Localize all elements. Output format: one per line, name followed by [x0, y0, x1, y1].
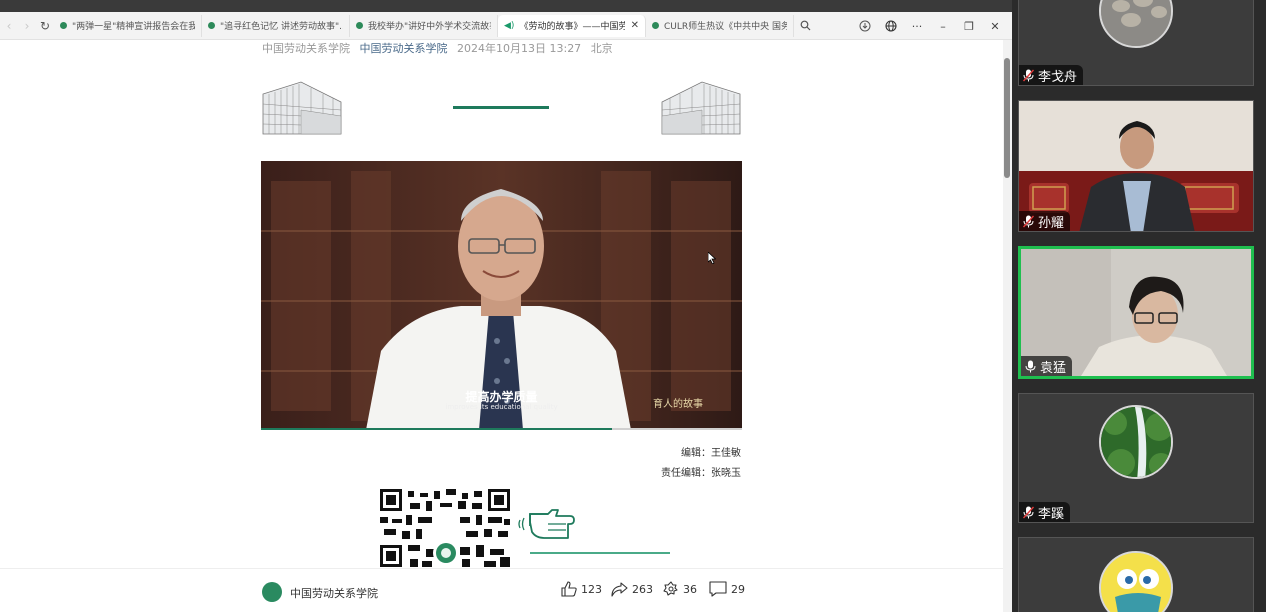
video-progress-bar[interactable] [261, 428, 742, 430]
mic-muted-icon [1023, 69, 1034, 81]
article-footer-bar: 中国劳动关系学院 123 263 36 29 [0, 568, 1003, 612]
participant-avatar [1099, 0, 1173, 48]
mic-muted-icon [1023, 215, 1034, 227]
participant-name-tag: 李戈舟 [1019, 65, 1084, 85]
participant-name: 孙耀 [1038, 215, 1065, 231]
share-icon [611, 582, 628, 597]
close-window-button[interactable]: ✕ [984, 15, 1006, 37]
like-button[interactable]: 123 [561, 581, 602, 597]
meta-source-link[interactable]: 中国劳动关系学院 [360, 42, 448, 55]
participant-name-tag: 李蹊 [1019, 502, 1071, 522]
globe-icon[interactable] [880, 15, 902, 37]
meta-org: 中国劳动关系学院 [262, 42, 350, 55]
comment-count: 29 [731, 582, 745, 596]
minimize-button[interactable]: – [932, 15, 954, 37]
article-page: 中国劳动关系学院 中国劳动关系学院 2024年10月13日 13:27 北京 提… [0, 40, 1003, 612]
recommend-button[interactable]: 36 [663, 581, 697, 597]
site-favicon-icon [652, 22, 659, 29]
account-logo-icon[interactable] [262, 582, 282, 602]
chief-editor-credit: 责任编辑：张晓玉 [661, 468, 741, 479]
comment-button[interactable]: 29 [709, 581, 745, 597]
like-count: 123 [581, 582, 602, 596]
tab-title: CULR师生热议《中共中央 国务 [664, 22, 787, 32]
editor-credit: 编辑：王佳敏 [681, 448, 741, 459]
pointing-hand-icon [518, 509, 575, 539]
tab-title: 我校举办"讲好中外学术交流故事 [368, 22, 491, 32]
meta-location: 北京 [590, 42, 613, 55]
tab-title: "两弹一星"精神宣讲报告会在我 [72, 22, 195, 32]
participant-name: 李戈舟 [1038, 69, 1078, 85]
tab-5[interactable]: CULR师生热议《中共中央 国务 [646, 14, 794, 37]
mic-muted-icon [1023, 506, 1034, 518]
decorative-line [530, 552, 670, 554]
article-credits: 编辑：王佳敏 责任编辑：张晓玉 [661, 444, 741, 484]
back-button[interactable]: ‹ [0, 17, 18, 35]
tab-1[interactable]: "两弹一星"精神宣讲报告会在我 [54, 14, 202, 37]
restore-button[interactable]: ❐ [958, 15, 980, 37]
tab-title: "追寻红色记忆 讲述劳动故事"... [220, 22, 343, 32]
tab-2[interactable]: "追寻红色记忆 讲述劳动故事"... [202, 14, 350, 37]
forward-button[interactable]: › [18, 17, 36, 35]
tab-search-icon[interactable] [794, 15, 816, 37]
mouse-cursor-icon [708, 252, 716, 264]
tab-active[interactable]: ◀) 《劳动的故事》——中国劳 ✕ [498, 14, 646, 37]
reload-button[interactable]: ↻ [36, 17, 54, 35]
video-progress-fill [261, 428, 613, 430]
meta-date: 2024年10月13日 13:27 [457, 42, 582, 55]
close-tab-icon[interactable]: ✕ [631, 20, 639, 31]
building-illustration-right [661, 81, 741, 135]
participant-name: 袁猛 [1040, 360, 1067, 376]
tab-3[interactable]: 我校举办"讲好中外学术交流故事 [350, 14, 498, 37]
download-icon[interactable] [854, 15, 876, 37]
window-top-strip [0, 0, 1012, 12]
participant-tile[interactable] [1018, 537, 1254, 612]
recommend-count: 36 [683, 582, 697, 596]
participant-name-tag: 袁猛 [1021, 356, 1073, 376]
participant-avatar [1099, 405, 1173, 479]
recommend-icon [663, 581, 678, 596]
participant-tile[interactable]: 李蹊 [1018, 393, 1254, 523]
participant-tile[interactable]: 孙耀 [1018, 100, 1254, 232]
participant-name-tag: 孙耀 [1019, 211, 1071, 231]
thumbs-up-icon [561, 581, 577, 597]
video-watermark: 育人的故事 [653, 399, 703, 410]
participant-name: 李蹊 [1038, 506, 1065, 522]
building-illustration-left [262, 81, 342, 135]
site-favicon-icon [356, 22, 363, 29]
browser-window: ‹ › ↻ "两弹一星"精神宣讲报告会在我 "追寻红色记忆 讲述劳动故事"...… [0, 0, 1012, 612]
scrollbar-thumb[interactable] [1004, 58, 1010, 178]
qr-code [380, 489, 510, 567]
participant-tile-active-speaker[interactable]: 袁猛 [1018, 246, 1254, 379]
mic-active-icon [1025, 360, 1036, 372]
article-meta: 中国劳动关系学院 中国劳动关系学院 2024年10月13日 13:27 北京 [262, 40, 613, 56]
participant-tile[interactable]: 李戈舟 [1018, 0, 1254, 86]
page-scrollbar[interactable] [1003, 40, 1012, 612]
account-name[interactable]: 中国劳动关系学院 [290, 585, 378, 601]
screen: ‹ › ↻ "两弹一星"精神宣讲报告会在我 "追寻红色记忆 讲述劳动故事"...… [0, 0, 1266, 612]
share-button[interactable]: 263 [611, 581, 653, 597]
site-favicon-icon [60, 22, 67, 29]
section-divider [453, 106, 549, 109]
speaker-icon: ◀) [504, 20, 515, 31]
more-menu-button[interactable]: ··· [906, 15, 928, 37]
tab-title: 《劳动的故事》——中国劳 [519, 22, 625, 32]
site-favicon-icon [208, 22, 215, 29]
window-controls: ··· – ❐ ✕ [854, 12, 1012, 40]
participant-panel: 李戈舟 孙耀 袁猛 李蹊 [1012, 0, 1266, 612]
participant-avatar [1099, 551, 1173, 612]
share-count: 263 [632, 582, 653, 596]
tab-bar: ‹ › ↻ "两弹一星"精神宣讲报告会在我 "追寻红色记忆 讲述劳动故事"...… [0, 12, 1012, 40]
comment-icon [709, 581, 727, 597]
video-player[interactable]: 提高办学质量 improves its educational quality … [261, 161, 742, 430]
